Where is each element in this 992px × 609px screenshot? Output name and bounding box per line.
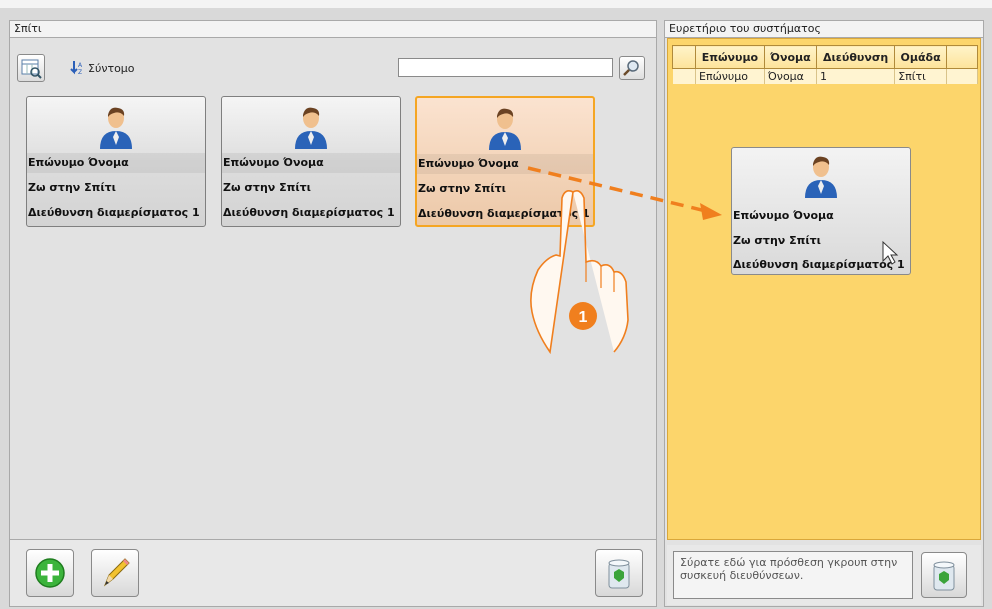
drop-zone-bar: Σύρατε εδώ για πρόσθεση γκρουπ στην συσκ… [667,545,981,605]
cell-address: 1 [816,68,896,84]
cell-surname: Επώνυμο [695,68,765,84]
card-group: Ζω στην Σπίτι [223,181,311,194]
cell-group: Σπίτι [894,68,947,84]
table-row[interactable]: Επώνυμο Όνομα 1 Σπίτι [672,68,978,84]
add-button[interactable] [26,549,74,597]
column-header-name[interactable]: Όνομα [763,45,818,69]
toolbar: A Z Σύντομο [10,37,656,101]
card-address: Διεύθυνση διαμερίσματος 1 [418,207,590,220]
cell-name: Όνομα [764,68,818,84]
card-address: Διεύθυνση διαμερίσματος 1 [733,258,905,271]
edit-button[interactable] [91,549,139,597]
sort-icon: A Z [70,61,83,76]
column-header-surname[interactable]: Επώνυμο [695,45,765,69]
sort-label: Σύντομο [88,61,135,75]
person-icon [805,156,837,198]
group-panel: Σπίτι A Z Σύντομο Επώνυμο Όνομα Ζω στην … [9,20,657,607]
search-button[interactable] [619,56,645,80]
person-icon [489,108,521,150]
person-icon [295,107,327,149]
card-group: Ζω στην Σπίτι [28,181,116,194]
top-strip [0,0,992,8]
panel-title: Ευρετήριο του συστήματος [665,21,983,38]
delete-button[interactable] [921,552,967,598]
card-name: Επώνυμο Όνομα [733,209,834,222]
trash-icon [933,561,955,591]
contact-card-selected[interactable]: Επώνυμο Όνομα Ζω στην Σπίτι Διεύθυνση δι… [415,96,595,227]
column-header-group[interactable]: Ομάδα [894,45,947,69]
directory-list[interactable]: Επώνυμο Όνομα Διεύθυνση Ομάδα Επώνυμο Όν… [667,38,981,540]
search-icon [623,60,639,76]
svg-text:A: A [78,62,83,69]
row-selector-header [672,45,696,69]
card-group: Ζω στην Σπίτι [733,234,821,247]
contact-card[interactable]: Επώνυμο Όνομα Ζω στην Σπίτι Διεύθυνση δι… [26,96,206,227]
column-header-address[interactable]: Διεύθυνση [815,45,896,69]
delete-button[interactable] [595,549,643,597]
sort-button[interactable]: A Z Σύντομο [70,59,135,77]
action-bar [10,539,656,606]
directory-panel: Ευρετήριο του συστήματος Επώνυμο Όνομα Δ… [664,20,984,607]
card-address: Διεύθυνση διαμερίσματος 1 [28,206,200,219]
add-icon [35,558,65,588]
panel-title: Σπίτι [10,21,656,38]
drop-zone[interactable]: Σύρατε εδώ για πρόσθεση γκρουπ στην συσκ… [673,551,913,599]
card-group: Ζω στην Σπίτι [418,182,506,195]
contact-card[interactable]: Επώνυμο Όνομα Ζω στην Σπίτι Διεύθυνση δι… [221,96,401,227]
cell-filler [946,68,978,84]
edit-icon [103,558,130,587]
row-selector [672,68,696,84]
dragged-contact-card[interactable]: Επώνυμο Όνομα Ζω στην Σπίτι Διεύθυνση δι… [731,147,911,275]
card-name: Επώνυμο Όνομα [28,156,129,169]
search-input[interactable] [398,58,613,77]
view-mode-button[interactable] [17,54,45,82]
card-name: Επώνυμο Όνομα [223,156,324,169]
card-name: Επώνυμο Όνομα [418,157,519,170]
svg-text:Z: Z [78,69,82,76]
trash-icon [608,559,630,589]
card-address: Διεύθυνση διαμερίσματος 1 [223,206,395,219]
column-header-filler [946,45,978,69]
directory-table: Επώνυμο Όνομα Διεύθυνση Ομάδα Επώνυμο Όν… [672,45,978,84]
view-icon [21,59,42,79]
person-icon [100,107,132,149]
